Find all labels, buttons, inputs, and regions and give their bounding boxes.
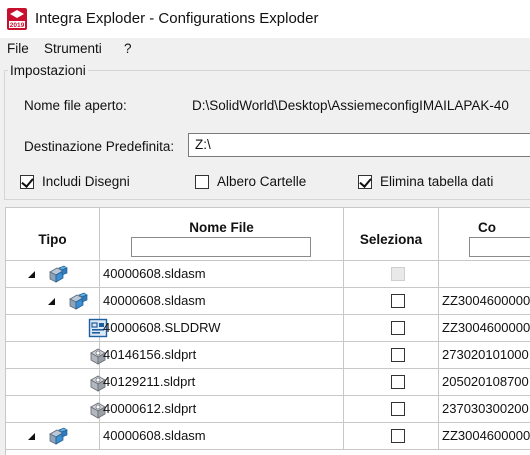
- title-bar: 2019 Integra Exploder - Configurations E…: [0, 0, 530, 38]
- collapse-triangle-icon[interactable]: [48, 298, 55, 305]
- cell-tipo: [6, 315, 108, 342]
- default-destination-input[interactable]: Z:\: [188, 133, 530, 157]
- cell-nome-file: 40146156.sldprt: [100, 342, 344, 369]
- cell-code: 237030300200: [439, 396, 530, 423]
- cell-tipo: [6, 342, 106, 369]
- code-value: ZZ3004600000: [442, 428, 530, 443]
- column-title-seleziona: Seleziona: [359, 232, 423, 247]
- table-row[interactable]: 40000612.sldprt 237030300200: [6, 396, 530, 423]
- column-title-nome-file: Nome File: [189, 220, 254, 235]
- code-value: 205020108700: [442, 374, 529, 389]
- delete-data-table-checkbox[interactable]: [358, 175, 372, 189]
- cell-code: ZZ3004600000: [439, 315, 530, 342]
- table-row[interactable]: 40146156.sldprt 273020101000: [6, 342, 530, 369]
- cell-seleziona: [344, 342, 439, 369]
- cell-nome-file: 40000608.sldasm: [100, 288, 344, 315]
- code-value: ZZ3004600000: [442, 293, 530, 308]
- table-row[interactable]: 40000608.sldasm ZZ3004600000: [6, 288, 530, 315]
- code-value: 237030300200: [442, 401, 529, 416]
- default-destination-label: Destinazione Predefinita:: [24, 139, 175, 154]
- cell-tipo: [6, 423, 100, 450]
- cell-code: [439, 261, 530, 288]
- nome-file-filter-input[interactable]: [131, 237, 311, 257]
- file-name: 40000608.sldasm: [103, 293, 206, 308]
- row-select-checkbox[interactable]: [391, 348, 405, 362]
- open-file-label: Nome file aperto:: [24, 98, 127, 113]
- cell-code: 273020101000: [439, 342, 530, 369]
- cell-seleziona: [344, 315, 439, 342]
- cell-code: ZZ3004600000: [439, 288, 530, 315]
- code-filter-input[interactable]: [469, 237, 530, 257]
- column-header-tipo[interactable]: Tipo: [6, 208, 100, 261]
- table-row[interactable]: 40000608.SLDDRW ZZ3004600000: [6, 315, 530, 342]
- column-header-nome-file[interactable]: Nome File: [100, 208, 344, 261]
- column-title-code: Co: [478, 220, 496, 235]
- window-title: Integra Exploder - Configurations Explod…: [35, 10, 319, 27]
- delete-data-table-label: Elimina tabella dati: [380, 174, 494, 189]
- column-title-tipo: Tipo: [38, 232, 67, 247]
- column-header-code[interactable]: Co: [439, 208, 530, 261]
- cell-tipo: [6, 261, 100, 288]
- cell-seleziona: [344, 261, 439, 288]
- file-name: 40129211.sldprt: [103, 374, 196, 389]
- cell-code: 205020108700: [439, 369, 530, 396]
- include-drawings-label: Includi Disegni: [42, 174, 130, 189]
- menu-help[interactable]: ?: [124, 41, 132, 56]
- menu-bar: File Strumenti ?: [0, 38, 530, 60]
- assembly-icon: [68, 291, 88, 311]
- open-file-path: D:\SolidWorld\Desktop\AssiemeconfigIMAIL…: [192, 98, 509, 113]
- cell-seleziona: [344, 288, 439, 315]
- assembly-icon: [48, 426, 68, 446]
- file-name: 40000608.SLDDRW: [103, 320, 221, 335]
- settings-legend: Impostazioni: [8, 63, 88, 78]
- menu-file[interactable]: File: [7, 41, 29, 56]
- cell-seleziona: [344, 369, 439, 396]
- row-select-checkbox[interactable]: [391, 429, 405, 443]
- cell-code: ZZ3004600000: [439, 423, 530, 450]
- cell-nome-file: 40129211.sldprt: [100, 369, 344, 396]
- row-select-checkbox[interactable]: [391, 321, 405, 335]
- collapse-triangle-icon[interactable]: [28, 433, 35, 440]
- files-grid: Tipo Nome File Seleziona Co 40000608.sld…: [5, 207, 530, 455]
- cell-nome-file: 40000612.sldprt: [100, 396, 344, 423]
- table-row[interactable]: 40000608.sldasm: [6, 261, 530, 288]
- collapse-triangle-icon[interactable]: [28, 271, 35, 278]
- cell-nome-file: 40000608.sldasm: [100, 261, 344, 288]
- column-header-seleziona[interactable]: Seleziona: [344, 208, 439, 261]
- table-row[interactable]: 40000608.sldasm ZZ3004600000: [6, 423, 530, 450]
- row-select-checkbox[interactable]: [391, 402, 405, 416]
- file-name: 40000608.sldasm: [103, 428, 206, 443]
- file-name: 40000612.sldprt: [103, 401, 197, 416]
- include-drawings-checkbox[interactable]: [20, 175, 34, 189]
- cell-nome-file: 40000608.SLDDRW: [100, 315, 344, 342]
- table-row[interactable]: 40129211.sldprt 205020108700: [6, 369, 530, 396]
- cell-tipo: [6, 369, 106, 396]
- assembly-icon: [48, 264, 68, 284]
- app-logo-icon: 2019: [7, 8, 27, 30]
- menu-strumenti[interactable]: Strumenti: [44, 41, 102, 56]
- cell-tipo: [6, 396, 106, 423]
- code-value: ZZ3004600000: [442, 320, 530, 335]
- row-select-checkbox[interactable]: [391, 294, 405, 308]
- file-name: 40146156.sldprt: [103, 347, 197, 362]
- file-name: 40000608.sldasm: [103, 266, 206, 281]
- cell-seleziona: [344, 396, 439, 423]
- folder-tree-checkbox[interactable]: [195, 175, 209, 189]
- svg-text:2019: 2019: [10, 22, 25, 29]
- folder-tree-label: Albero Cartelle: [217, 174, 307, 189]
- cell-tipo: [6, 288, 100, 315]
- cell-nome-file: 40000608.sldasm: [100, 423, 344, 450]
- row-select-checkbox: [391, 267, 405, 281]
- code-value: 273020101000: [442, 347, 529, 362]
- cell-seleziona: [344, 423, 439, 450]
- row-select-checkbox[interactable]: [391, 375, 405, 389]
